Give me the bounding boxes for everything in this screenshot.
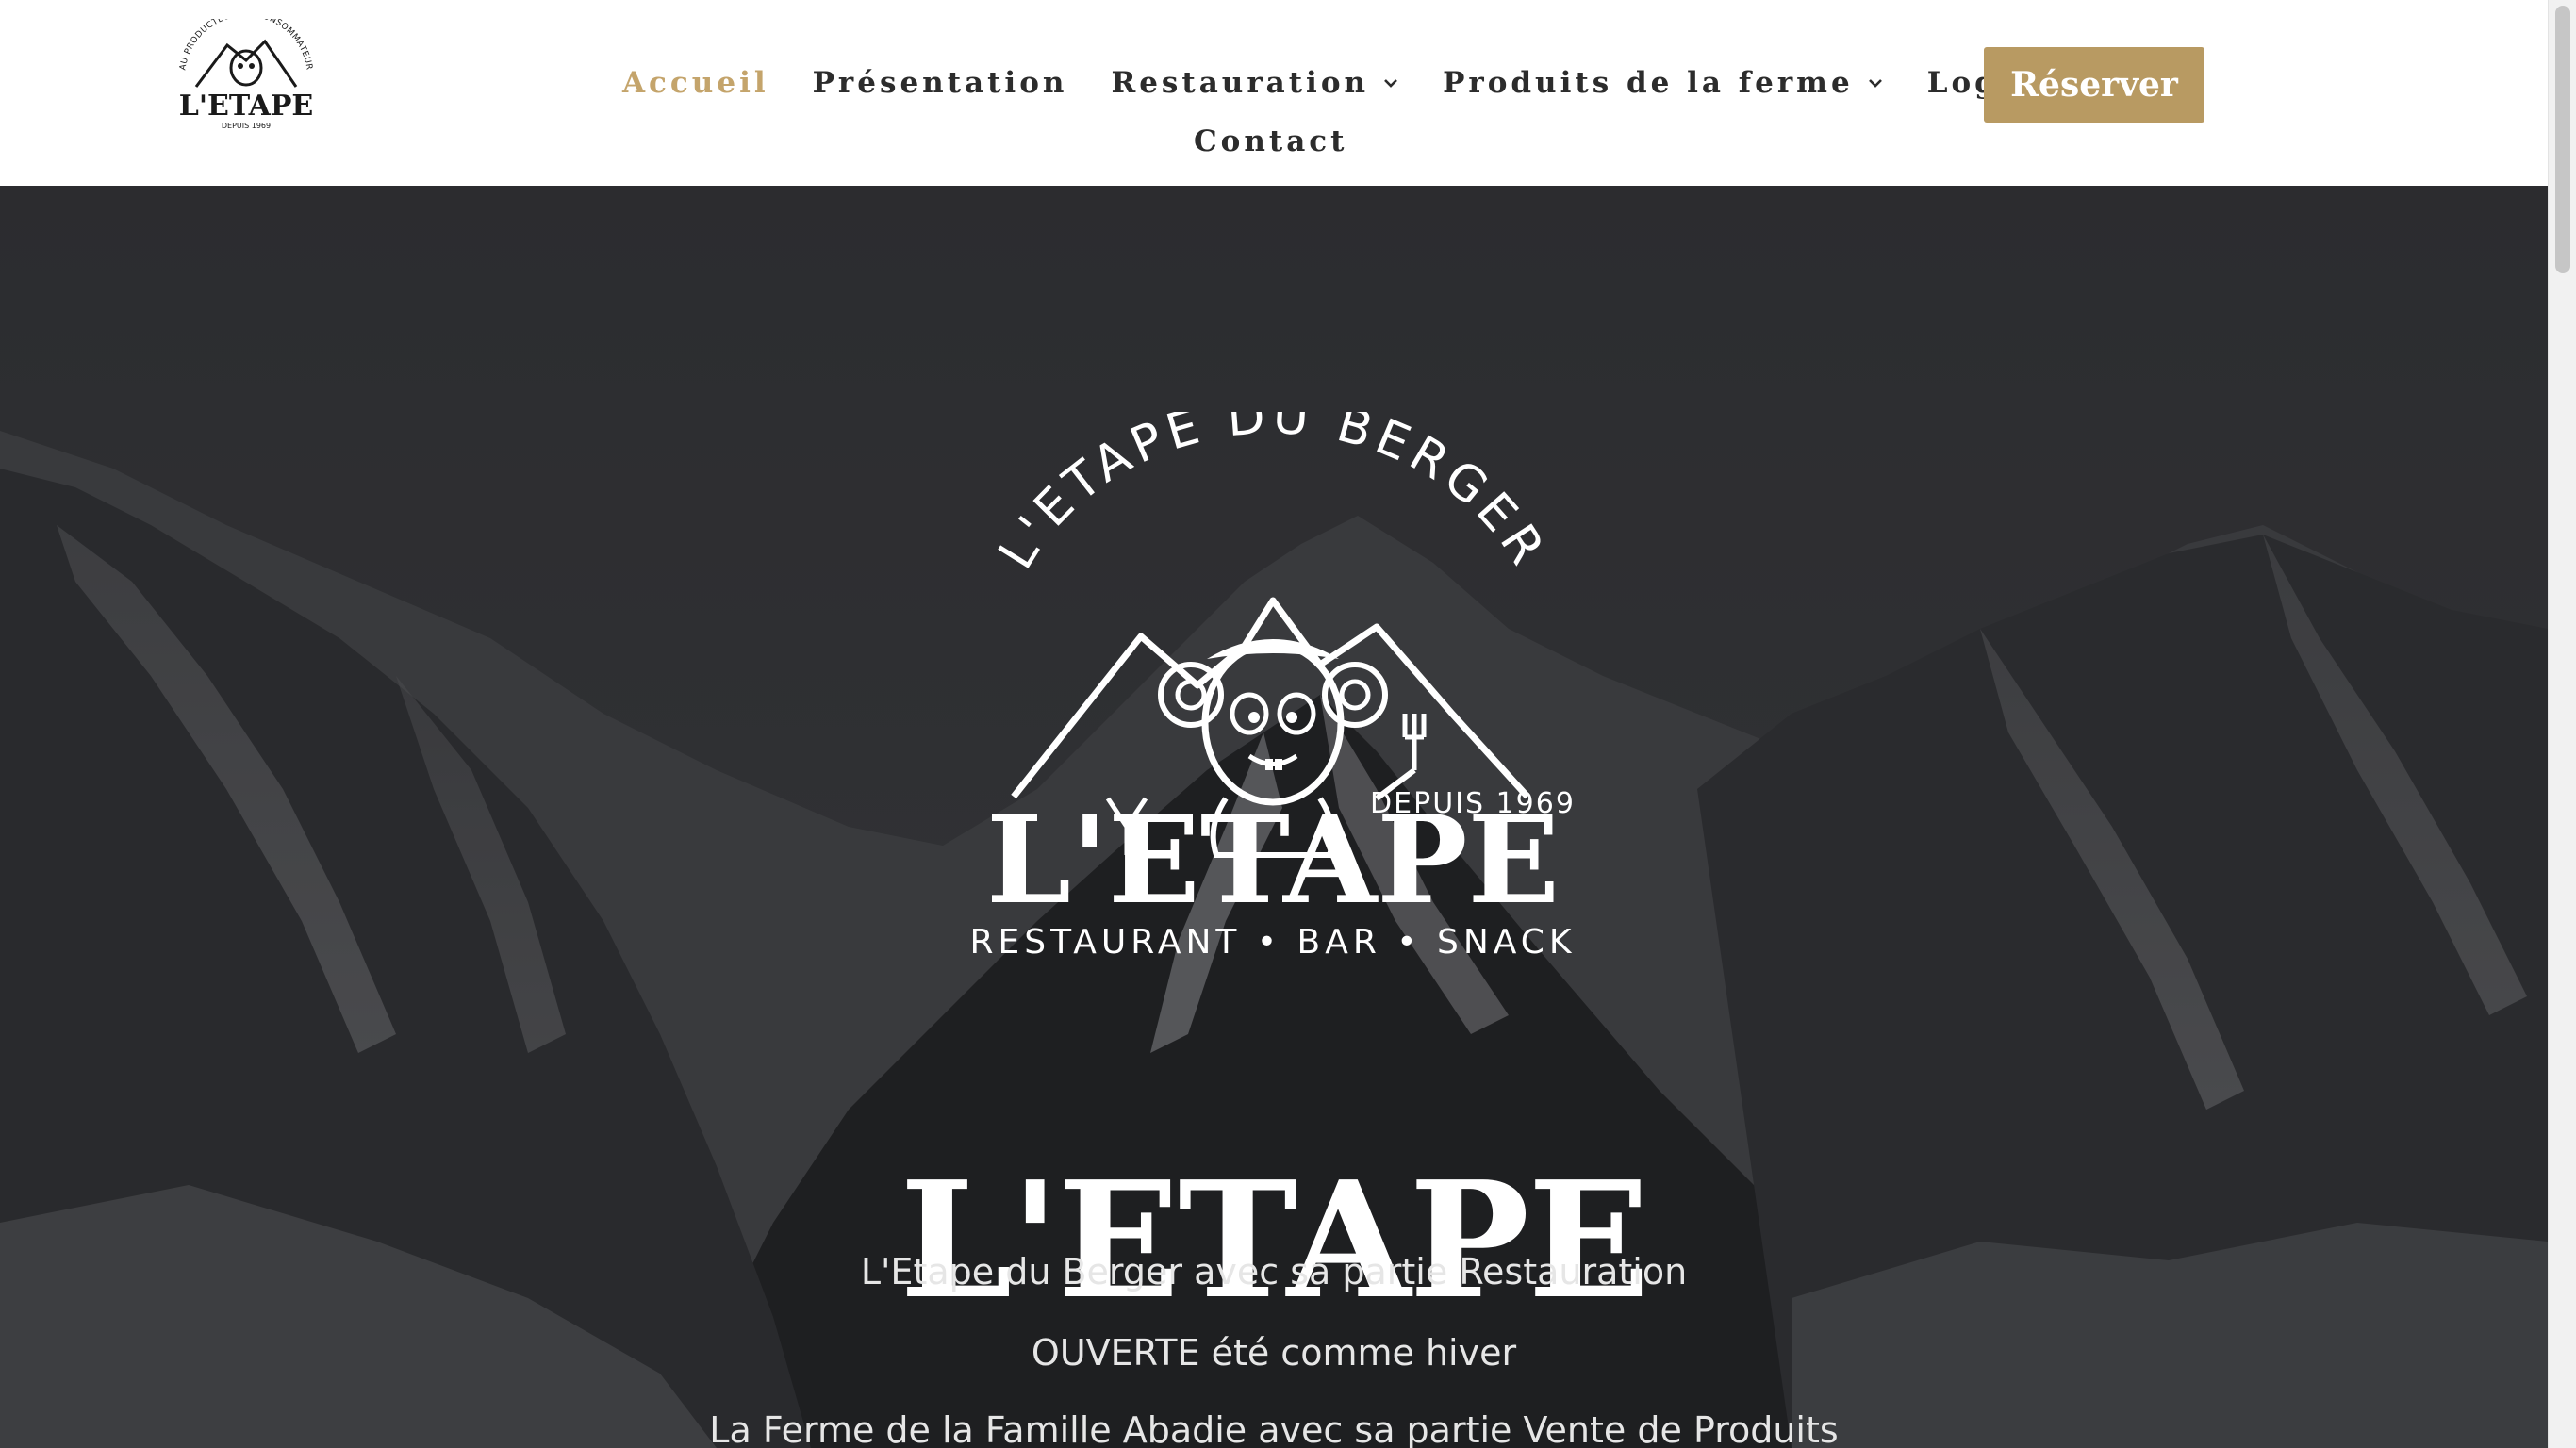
nav-item-label: Accueil <box>622 66 769 100</box>
hero-line: La Ferme de la Famille Abadie avec sa pa… <box>709 1409 1839 1448</box>
hero-logo-arc-text: L'ETAPE DU BERGER <box>988 412 1552 579</box>
nav-item-presentation[interactable]: Présentation <box>813 66 1068 100</box>
nav-item-restauration[interactable]: Restauration <box>1111 66 1399 100</box>
nav-item-label: Contact <box>1194 124 1348 158</box>
nav-item-contact[interactable]: Contact <box>1194 124 1348 158</box>
nav-item-produits[interactable]: Produits de la ferme <box>1443 66 1884 100</box>
site-header: AU PRODUCTEUR AU CONSOMMATEUR L'ETAPE DE… <box>0 0 2548 186</box>
hero-logo-tagline: RESTAURANT • BAR • SNACK <box>970 923 1577 959</box>
scrollbar-thumb[interactable] <box>2555 6 2570 273</box>
nav-item-label: Présentation <box>812 66 1068 100</box>
header-logo-since: DEPUIS 1969 <box>222 122 271 130</box>
nav-item-accueil[interactable]: Accueil <box>622 66 769 100</box>
page-scrollbar[interactable] <box>2548 0 2576 1448</box>
hero-logo-name: L'ETAPE <box>986 790 1560 931</box>
nav-item-label: Produits de la ferme <box>1443 66 1854 100</box>
chevron-down-icon <box>1384 79 1397 88</box>
svg-text:L'ETAPE DU BERGER: L'ETAPE DU BERGER <box>988 412 1558 579</box>
header-logo-arc-text: AU PRODUCTEUR AU CONSOMMATEUR <box>178 9 313 71</box>
hero-line: L'Etape du Berger avec sa partie Restaur… <box>860 1251 1688 1292</box>
nav-item-label: Restauration <box>1111 66 1370 100</box>
hero-title: L'ETAPE <box>900 1145 1650 1335</box>
nav-row-primary: Accueil Présentation Restauration Produi… <box>622 66 2121 100</box>
hero-logo: L'ETAPE DU BERGER DEPUIS 1969 L'ETAPE RE… <box>970 412 1577 959</box>
svg-text:AU PRODUCTEUR AU CONSOMMATEUR: AU PRODUCTEUR AU CONSOMMATEUR <box>178 19 313 71</box>
main-nav: Accueil Présentation Restauration Produi… <box>622 66 2117 179</box>
nav-row-secondary: Contact <box>1194 124 1348 158</box>
header-logo[interactable]: AU PRODUCTEUR AU CONSOMMATEUR L'ETAPE DE… <box>175 9 317 132</box>
hero-section: L'ETAPE DU BERGER DEPUIS 1969 L'ETAPE RE… <box>0 186 2548 1448</box>
reserve-button[interactable]: Réserver <box>1984 47 2204 123</box>
header-logo-name: L'ETAPE <box>179 90 314 123</box>
hero-line: OUVERTE été comme hiver <box>1031 1332 1517 1374</box>
chevron-down-icon <box>1868 79 1882 88</box>
